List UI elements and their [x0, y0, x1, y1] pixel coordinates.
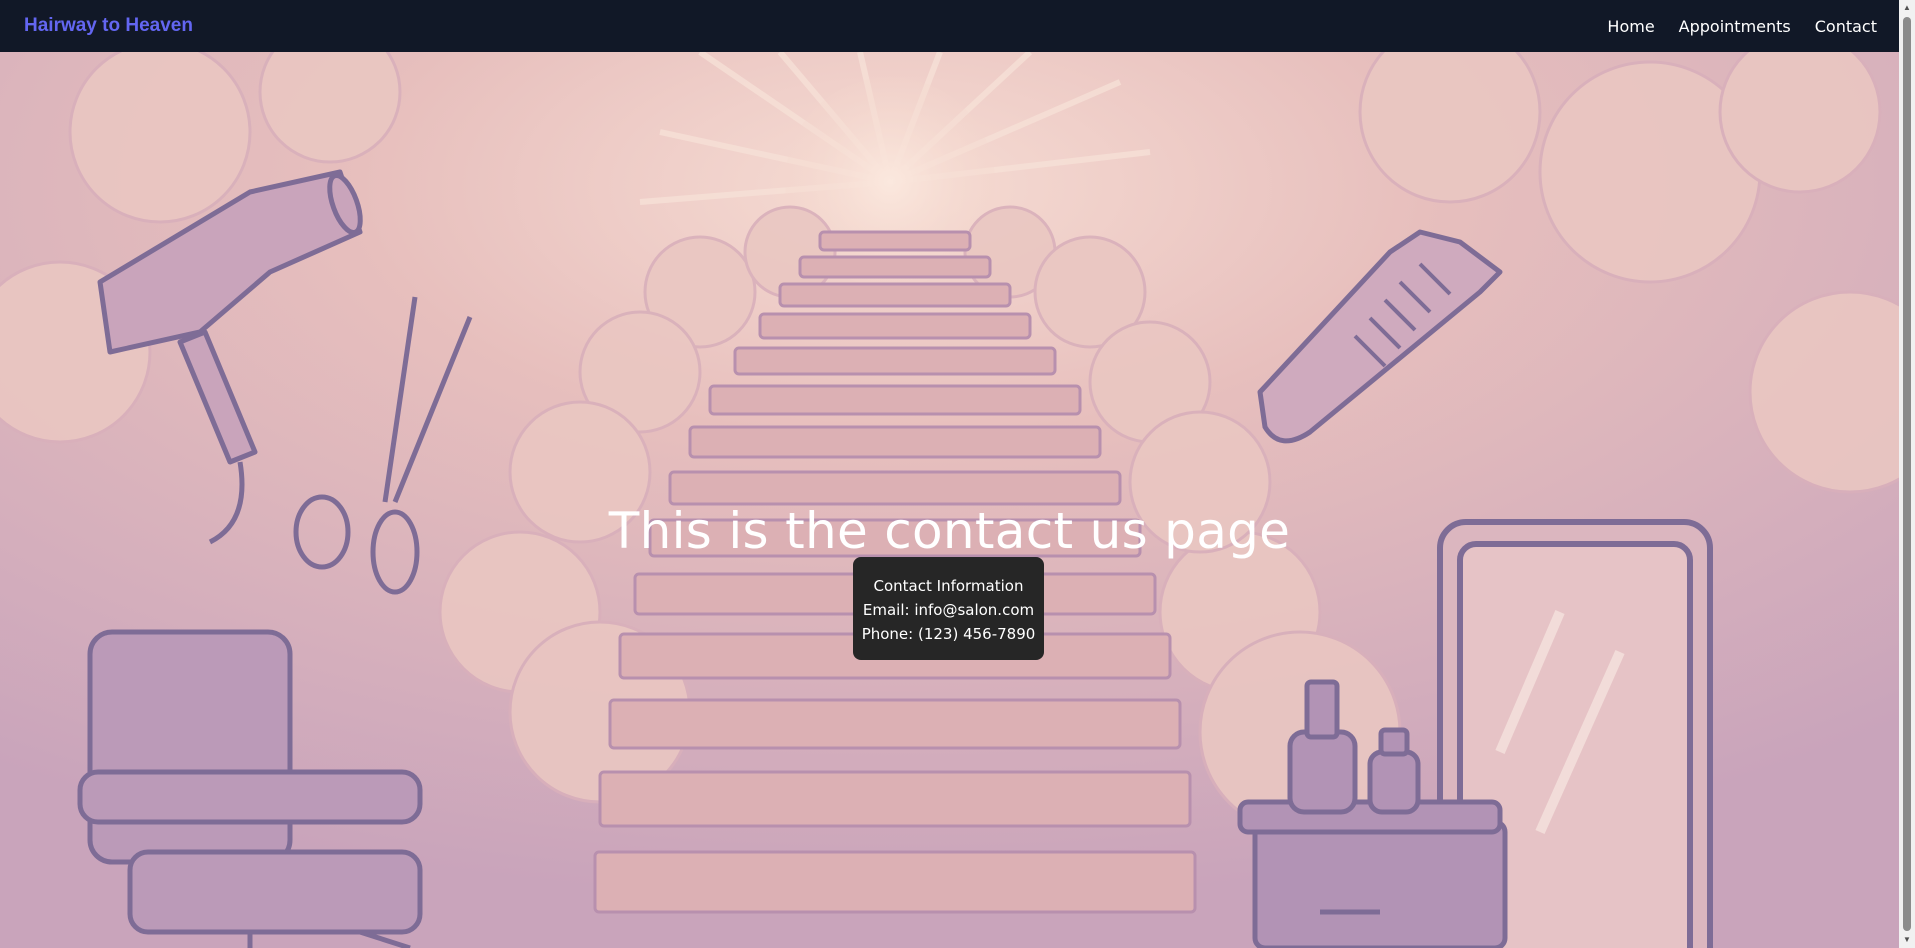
contact-info-title: Contact Information — [873, 577, 1024, 595]
nav-links: Home Appointments Contact — [1607, 17, 1877, 36]
contact-info-tooltip: Contact Information Email: info@salon.co… — [853, 557, 1044, 660]
nav-link-contact[interactable]: Contact — [1815, 17, 1877, 36]
hero-section: This is the contact us page Contact Info… — [0, 52, 1899, 948]
nav-link-appointments[interactable]: Appointments — [1679, 17, 1791, 36]
scrollbar-thumb[interactable] — [1903, 17, 1911, 931]
scroll-down-arrow-icon[interactable]: ▼ — [1899, 932, 1915, 948]
vertical-scrollbar[interactable]: ▲ ▼ — [1899, 0, 1915, 948]
top-navbar: Hairway to Heaven Home Appointments Cont… — [0, 0, 1899, 52]
contact-email: Email: info@salon.com — [862, 601, 1035, 619]
page-headline: This is the contact us page — [608, 502, 1291, 560]
hero-background-illustration — [0, 52, 1899, 948]
scroll-up-arrow-icon[interactable]: ▲ — [1899, 0, 1915, 16]
brand-logo-link[interactable]: Hairway to Heaven — [24, 15, 193, 37]
nav-link-home[interactable]: Home — [1607, 17, 1654, 36]
contact-phone: Phone: (123) 456-7890 — [861, 625, 1036, 643]
